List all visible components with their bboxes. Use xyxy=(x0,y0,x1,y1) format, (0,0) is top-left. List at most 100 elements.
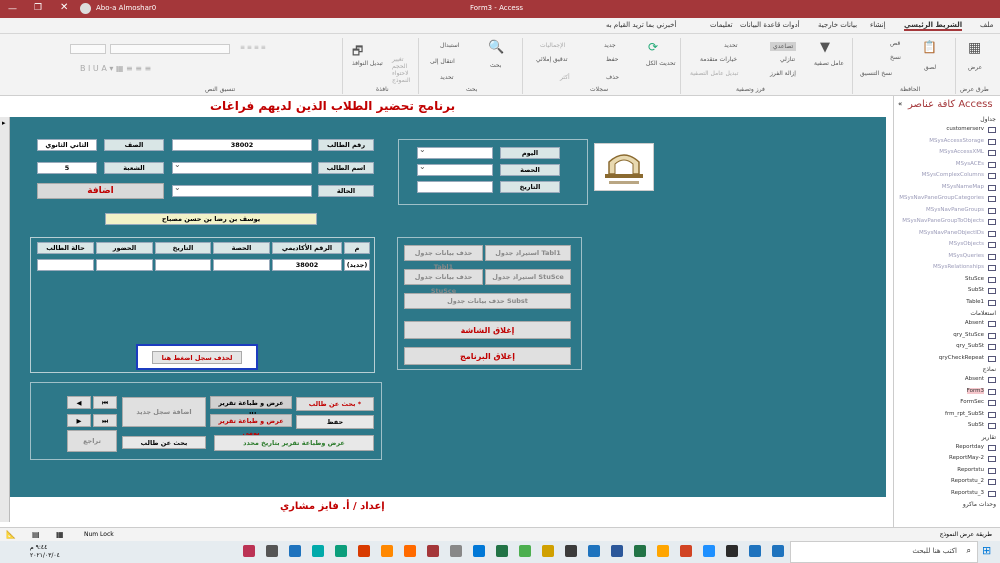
avatar[interactable] xyxy=(80,3,91,14)
nav-item[interactable]: SubSt xyxy=(968,422,984,428)
taskbar-app-icon[interactable] xyxy=(266,545,278,557)
close-program-button[interactable]: إغلاق البرنامج xyxy=(404,347,571,365)
taskbar-app-icon[interactable] xyxy=(749,545,761,557)
row-period[interactable] xyxy=(213,259,270,271)
taskbar-app-icon[interactable] xyxy=(427,545,439,557)
row-student-status[interactable] xyxy=(37,259,94,271)
nav-item[interactable]: MSysAccessXML xyxy=(939,149,984,155)
nav-item[interactable]: Table1 xyxy=(966,299,984,305)
tab-database-tools[interactable]: أدوات قاعدة البيانات xyxy=(740,21,800,29)
period-combo[interactable] xyxy=(417,162,493,176)
toggle-filter-button[interactable]: تبديل عامل التصفية xyxy=(690,70,738,77)
nav-item[interactable]: Reportstu_2 xyxy=(951,478,984,484)
taskbar-app-icon[interactable] xyxy=(450,545,462,557)
paste-icon[interactable]: 📋 xyxy=(922,40,937,54)
nav-item[interactable]: Absent xyxy=(965,376,984,382)
nav-item[interactable]: MSysRelationships xyxy=(933,264,984,270)
add-new-record-button[interactable]: اضافة سجل جديد xyxy=(122,397,206,427)
search-student-button[interactable]: بحث عن طالب * xyxy=(296,397,374,411)
nav-item[interactable]: MSysQueries xyxy=(948,253,984,259)
nav-group-header[interactable]: نماذج xyxy=(982,366,996,373)
tab-external-data[interactable]: بيانات خارجية xyxy=(818,21,857,29)
refresh-all-button[interactable]: تحديث الكل xyxy=(646,60,676,67)
selection-button[interactable]: تحديد xyxy=(724,42,738,49)
nav-item[interactable]: Reportstu xyxy=(957,467,984,473)
find-icon[interactable]: 🔍 xyxy=(488,40,504,55)
new-record-button[interactable]: جديد xyxy=(604,42,616,49)
delete-record-button[interactable]: لحذف سجل اضغط هنا xyxy=(152,351,242,364)
record-selector[interactable]: ▸ xyxy=(0,117,10,522)
format-painter-button[interactable]: نسخ التنسيق xyxy=(860,70,892,77)
nav-item[interactable]: Form3 xyxy=(966,387,984,394)
import-tabl1-button[interactable]: استيراد جدول Tabl1 xyxy=(485,245,571,261)
grade-field[interactable]: الثاني الثانوي xyxy=(37,139,97,151)
student-name-combo[interactable] xyxy=(172,160,312,174)
row-academic-no[interactable]: 38002 xyxy=(272,259,342,271)
windows-start-icon[interactable]: ⊞ xyxy=(982,544,991,557)
date-field[interactable] xyxy=(417,181,493,193)
taskbar-app-icon[interactable] xyxy=(772,545,784,557)
nav-item[interactable]: MSysNavPaneGroups xyxy=(926,207,984,213)
search-student-button-2[interactable]: بحث عن طالب xyxy=(122,436,206,449)
nav-item[interactable]: frm_rpt_SubSt xyxy=(945,411,984,417)
taskbar-app-icon[interactable] xyxy=(657,545,669,557)
taskbar-app-icon[interactable] xyxy=(335,545,347,557)
totals-button[interactable]: الإجماليات xyxy=(540,42,565,49)
taskbar-app-icon[interactable] xyxy=(703,545,715,557)
nav-item[interactable]: MSysObjects xyxy=(949,241,984,247)
prev-record-button[interactable]: ◀ xyxy=(67,396,91,409)
nav-item[interactable]: qry_SubSt xyxy=(956,343,984,349)
print-daily-report-button[interactable]: عرض و طباعة تقرير يومي xyxy=(210,414,292,437)
nav-item[interactable]: Absent xyxy=(965,320,984,326)
taskbar-search[interactable]: اكتب هنا للبحث ⌕ xyxy=(790,541,978,563)
nav-item[interactable]: MSysNameMap xyxy=(942,184,984,190)
nav-item[interactable]: qry_StuSce xyxy=(953,332,984,338)
taskbar-app-icon[interactable] xyxy=(496,545,508,557)
nav-item[interactable]: MSysNavPaneGroupCategories xyxy=(899,195,984,201)
nav-item[interactable]: MSysAccessStorage xyxy=(929,138,984,144)
nav-item[interactable]: customerserv xyxy=(946,126,984,132)
close-icon[interactable]: ✕ xyxy=(60,2,68,13)
nav-item[interactable]: qryCheckRepeat xyxy=(939,355,984,361)
views-button[interactable]: عرض xyxy=(968,64,982,71)
nav-group-header[interactable]: جداول xyxy=(980,116,996,123)
nav-item[interactable]: StuSce xyxy=(965,276,984,282)
nav-item[interactable]: MSysComplexColumns xyxy=(922,172,984,178)
taskbar-app-icon[interactable] xyxy=(634,545,646,557)
tab-home[interactable]: الشريط الرئيسي xyxy=(904,21,963,31)
nav-item[interactable]: FormSec xyxy=(960,399,984,405)
filter-icon[interactable]: ▼ xyxy=(820,40,830,55)
nav-group-header[interactable]: استعلامات xyxy=(970,310,996,317)
last-record-button[interactable]: ⏭ xyxy=(93,414,117,427)
font-name-select[interactable] xyxy=(110,44,230,54)
nav-item[interactable]: MSysACEs xyxy=(956,161,984,167)
paste-button[interactable]: لصق xyxy=(924,64,936,71)
advanced-button[interactable]: خيارات متقدمة xyxy=(700,56,737,63)
find-button[interactable]: بحث xyxy=(490,62,501,69)
add-button[interactable]: اضافة xyxy=(37,183,164,199)
nav-group-header[interactable]: تقارير xyxy=(982,434,996,441)
delete-stusce-button[interactable]: حذف بيانات جدول StuSce xyxy=(404,269,483,295)
descending-button[interactable]: تنازلي xyxy=(780,56,795,63)
nav-item[interactable]: SubSt xyxy=(968,287,984,293)
view-icon[interactable]: ▦ xyxy=(968,40,981,56)
copy-button[interactable]: نسخ xyxy=(890,54,901,61)
taskbar-app-icon[interactable] xyxy=(565,545,577,557)
delete-record-button[interactable]: حذف xyxy=(606,74,619,81)
taskbar-app-icon[interactable] xyxy=(680,545,692,557)
taskbar-app-icon[interactable] xyxy=(588,545,600,557)
taskbar-app-icon[interactable] xyxy=(542,545,554,557)
taskbar-app-icon[interactable] xyxy=(243,545,255,557)
delete-tabl1-button[interactable]: حذف بيانات جدول Tabl1 xyxy=(404,245,483,271)
tell-me-input[interactable]: أخبرني بما تريد القيام به xyxy=(606,21,676,29)
save-button[interactable]: حفظ xyxy=(296,415,374,429)
nav-item[interactable]: Reportday xyxy=(956,444,984,450)
import-stusce-button[interactable]: استيراد جدول StuSce xyxy=(485,269,571,285)
row-attendance[interactable] xyxy=(96,259,153,271)
tab-help[interactable]: تعليمات xyxy=(710,21,733,29)
goto-button[interactable]: انتقال إلى xyxy=(430,58,455,65)
row-date[interactable] xyxy=(155,259,211,271)
nav-item[interactable]: Reportstu_3 xyxy=(951,490,984,496)
refresh-icon[interactable]: ⟳ xyxy=(648,40,658,54)
minimize-icon[interactable]: — xyxy=(8,4,17,14)
